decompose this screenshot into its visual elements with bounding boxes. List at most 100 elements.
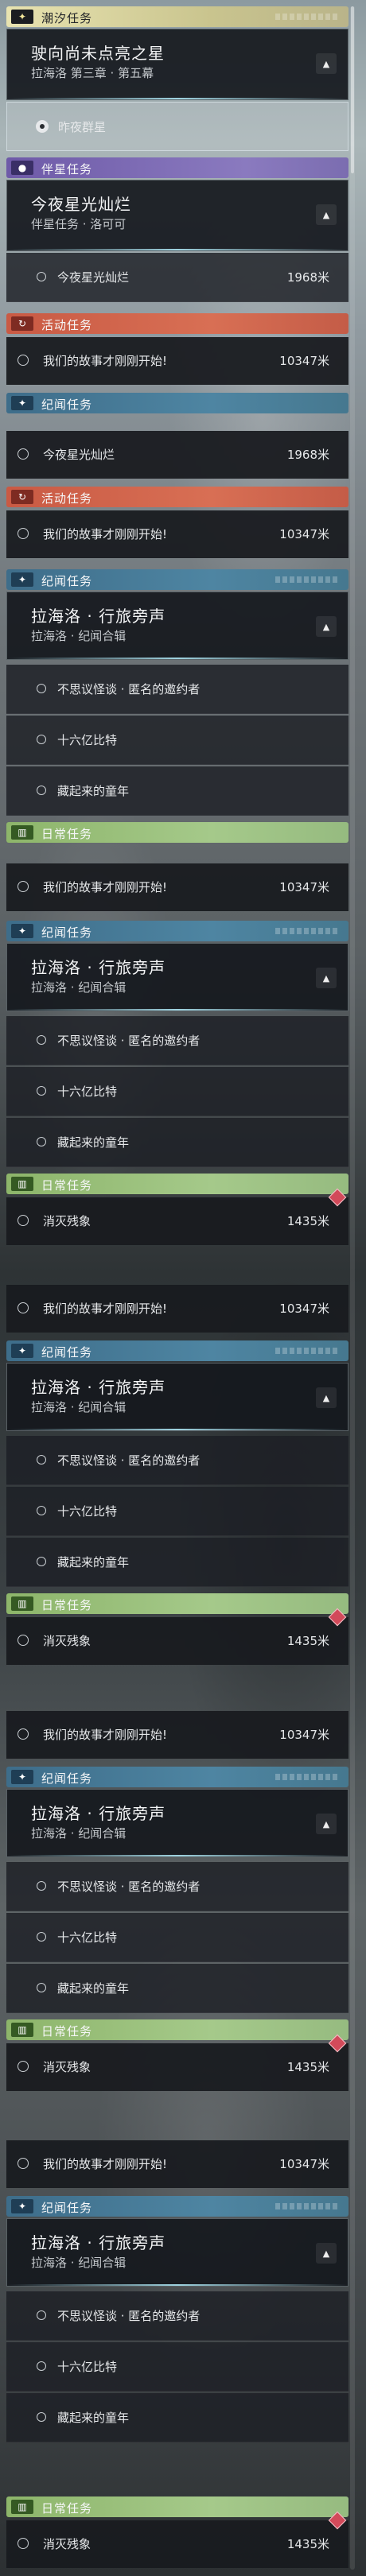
quest-row-huodong[interactable]: 我们的故事才刚刚开始! 10347米 bbox=[6, 2140, 348, 2188]
section-header-huodong[interactable]: ↻ 活动任务 bbox=[6, 487, 348, 507]
quest-step[interactable]: 不思议怪谈 · 匿名的邀约者 bbox=[6, 1436, 348, 1485]
quest-step[interactable]: 不思议怪谈 · 匿名的邀约者 bbox=[6, 2291, 348, 2341]
quest-row-huodong[interactable]: 我们的故事才刚刚开始! 10347米 bbox=[6, 1285, 348, 1333]
distance: 10347米 bbox=[279, 354, 329, 368]
quest-card-jiwen[interactable]: 拉海洛 · 行旅旁声 拉海洛 · 纪闻合辑 ▲ bbox=[6, 1363, 348, 1431]
quest-title: 拉海洛 · 行旅旁声 bbox=[31, 1378, 166, 1397]
divider bbox=[7, 1855, 348, 1856]
row-label: 我们的故事才刚刚开始! bbox=[43, 527, 168, 541]
sparkle-icon: ✦ bbox=[11, 10, 33, 24]
quest-step[interactable]: 藏起来的童年 bbox=[6, 1964, 348, 2013]
section-header-richang[interactable]: ▥ 日常任务 bbox=[6, 1174, 348, 1194]
quest-step[interactable]: 十六亿比特 bbox=[6, 1913, 348, 1962]
quest-step-tracked[interactable]: 昨夜群星 bbox=[6, 102, 348, 151]
row-label: 我们的故事才刚刚开始! bbox=[43, 880, 168, 894]
section-header-richang[interactable]: ▥ 日常任务 bbox=[6, 2019, 348, 2040]
section-header-banxing[interactable]: ● 伴星任务 bbox=[6, 157, 348, 178]
quest-step[interactable]: 十六亿比特 bbox=[6, 1487, 348, 1536]
chevron-up-icon[interactable]: ▲ bbox=[316, 1387, 337, 1408]
quest-row-richang[interactable]: 消灭残象 1435米 bbox=[6, 1188, 348, 1245]
section-header-chaoxi[interactable]: ✦ 潮汐任务 bbox=[6, 6, 348, 27]
sparkle-icon: ✦ bbox=[11, 1344, 33, 1358]
quest-subtitle: 拉海洛 · 纪闻合辑 bbox=[31, 1400, 127, 1414]
quest-card-jiwen[interactable]: 拉海洛 · 行旅旁声 拉海洛 · 纪闻合辑 ▲ bbox=[6, 1789, 348, 1857]
chevron-up-icon[interactable]: ▲ bbox=[316, 1814, 337, 1834]
scrollbar-thumb[interactable] bbox=[351, 6, 354, 173]
section-header-jiwen[interactable]: ✦ 纪闻任务 bbox=[6, 1767, 348, 1787]
chevron-up-icon[interactable]: ▲ bbox=[316, 204, 337, 225]
quest-step[interactable]: 藏起来的童年 bbox=[6, 766, 348, 816]
section-title: 纪闻任务 bbox=[41, 1345, 93, 1360]
quest-card-main[interactable]: 驶向尚未点亮之星 拉海洛 第三章 · 第五幕 ▲ bbox=[6, 29, 348, 100]
section-title: 潮汐任务 bbox=[41, 11, 93, 25]
scrollbar-track[interactable] bbox=[350, 6, 355, 2570]
quest-step[interactable]: 不思议怪谈 · 匿名的邀约者 bbox=[6, 1862, 348, 1911]
section-header-richang[interactable]: ▥ 日常任务 bbox=[6, 822, 348, 843]
distance: 10347米 bbox=[279, 1728, 329, 1742]
circle-icon bbox=[37, 735, 46, 744]
quest-row-huodong[interactable]: 我们的故事才刚刚开始! 10347米 bbox=[6, 510, 348, 558]
step-label: 藏起来的童年 bbox=[57, 1555, 130, 1569]
circle-icon bbox=[37, 1455, 46, 1465]
quest-row-huodong[interactable]: 我们的故事才刚刚开始! 10347米 bbox=[6, 863, 348, 911]
quest-row-richang[interactable]: 消灭残象 1435米 bbox=[6, 1608, 348, 1665]
quest-row-huodong[interactable]: 我们的故事才刚刚开始! 10347米 bbox=[6, 1711, 348, 1759]
step-label: 今夜星光灿烂 bbox=[57, 270, 130, 285]
section-header-richang[interactable]: ▥ 日常任务 bbox=[6, 1593, 348, 1614]
quest-step[interactable]: 不思议怪谈 · 匿名的邀约者 bbox=[6, 1016, 348, 1065]
circle-icon bbox=[18, 881, 29, 892]
section-title: 纪闻任务 bbox=[41, 1771, 93, 1786]
quest-card-jiwen[interactable]: 拉海洛 · 行旅旁声 拉海洛 · 纪闻合辑 ▲ bbox=[6, 943, 348, 1011]
circle-icon bbox=[18, 1215, 29, 1226]
chevron-up-icon[interactable]: ▲ bbox=[316, 968, 337, 988]
quest-subtitle: 拉海洛 · 纪闻合辑 bbox=[31, 980, 127, 995]
chevron-up-icon[interactable]: ▲ bbox=[316, 2243, 337, 2264]
quest-row-jiwen[interactable]: 今夜星光灿烂 1968米 bbox=[6, 431, 348, 479]
quest-card-banxing[interactable]: 今夜星光灿烂 伴星任务 · 洛可可 ▲ bbox=[6, 180, 348, 251]
section-header-jiwen[interactable]: ✦ 纪闻任务 bbox=[6, 569, 348, 590]
header-decoration bbox=[275, 928, 339, 934]
section-header-huodong[interactable]: ↻ 活动任务 bbox=[6, 313, 348, 334]
chevron-up-icon[interactable]: ▲ bbox=[316, 53, 337, 74]
circle-icon bbox=[18, 448, 29, 460]
step-label: 十六亿比特 bbox=[57, 1084, 118, 1099]
chevron-up-icon[interactable]: ▲ bbox=[316, 616, 337, 637]
quest-step[interactable]: 十六亿比特 bbox=[6, 1067, 348, 1116]
quest-step[interactable]: 藏起来的童年 bbox=[6, 1538, 348, 1587]
quest-subtitle: 拉海洛 · 纪闻合辑 bbox=[31, 629, 127, 643]
circle-icon bbox=[18, 2061, 29, 2072]
quest-card-jiwen[interactable]: 拉海洛 · 行旅旁声 拉海洛 · 纪闻合辑 ▲ bbox=[6, 2218, 348, 2287]
quest-subtitle: 拉海洛 第三章 · 第五幕 bbox=[31, 66, 154, 80]
quest-row-huodong[interactable]: 我们的故事才刚刚开始! 10347米 bbox=[6, 337, 348, 385]
quest-card-jiwen[interactable]: 拉海洛 · 行旅旁声 拉海洛 · 纪闻合辑 ▲ bbox=[6, 592, 348, 660]
section-header-jiwen[interactable]: ✦ 纪闻任务 bbox=[6, 921, 348, 941]
row-label: 消灭残象 bbox=[43, 1634, 92, 1648]
circle-icon bbox=[37, 1035, 46, 1045]
distance: 1968米 bbox=[286, 270, 329, 285]
circle-icon bbox=[18, 355, 29, 366]
quest-step[interactable]: 不思议怪谈 · 匿名的邀约者 bbox=[6, 665, 348, 714]
section-title: 纪闻任务 bbox=[41, 2201, 93, 2215]
section-header-richang[interactable]: ▥ 日常任务 bbox=[6, 2496, 348, 2517]
row-label: 我们的故事才刚刚开始! bbox=[43, 1728, 168, 1742]
book-icon: ▥ bbox=[11, 1177, 33, 1191]
distance: 10347米 bbox=[279, 527, 329, 541]
quest-step[interactable]: 藏起来的童年 bbox=[6, 2393, 348, 2442]
header-decoration bbox=[275, 1348, 339, 1354]
quest-step[interactable]: 今夜星光灿烂 1968米 bbox=[6, 253, 348, 302]
divider bbox=[7, 98, 348, 99]
quest-row-richang[interactable]: 消灭残象 1435米 bbox=[6, 2034, 348, 2091]
circle-icon bbox=[37, 786, 46, 795]
quest-step[interactable]: 十六亿比特 bbox=[6, 716, 348, 765]
circle-icon bbox=[37, 1932, 46, 1942]
section-header-jiwen[interactable]: ✦ 纪闻任务 bbox=[6, 393, 348, 413]
section-title: 日常任务 bbox=[41, 827, 93, 841]
quest-row-richang[interactable]: 消灭残象 1435米 bbox=[6, 2511, 348, 2568]
quest-step[interactable]: 藏起来的童年 bbox=[6, 1118, 348, 1167]
distance: 1968米 bbox=[286, 448, 329, 462]
quest-step[interactable]: 十六亿比特 bbox=[6, 2342, 348, 2392]
circle-icon bbox=[18, 528, 29, 539]
section-header-jiwen[interactable]: ✦ 纪闻任务 bbox=[6, 2196, 348, 2217]
section-header-jiwen[interactable]: ✦ 纪闻任务 bbox=[6, 1340, 348, 1361]
row-label: 我们的故事才刚刚开始! bbox=[43, 354, 168, 368]
